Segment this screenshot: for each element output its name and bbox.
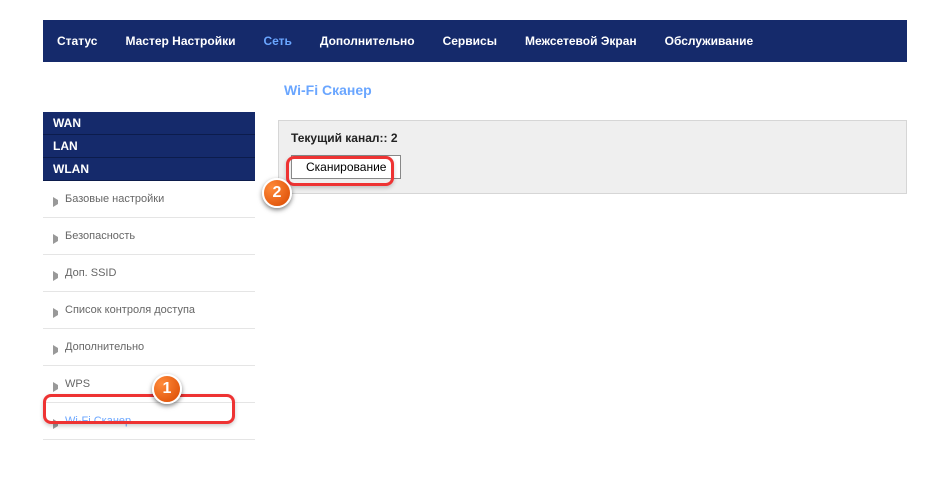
- nav-maintenance[interactable]: Обслуживание: [651, 20, 768, 62]
- sidebar-sub-basic[interactable]: Базовые настройки: [43, 181, 255, 218]
- page-title: Wi-Fi Сканер: [278, 82, 907, 98]
- nav-services[interactable]: Сервисы: [429, 20, 511, 62]
- sidebar-item-wlan[interactable]: WLAN: [43, 158, 255, 181]
- channel-value: 2: [391, 131, 398, 145]
- nav-wizard[interactable]: Мастер Настройки: [111, 20, 249, 62]
- main-content: Wi-Fi Сканер Текущий канал:: 2 Сканирова…: [278, 82, 907, 194]
- sidebar-sub-security[interactable]: Безопасность: [43, 218, 255, 255]
- scan-button[interactable]: Сканирование: [291, 155, 401, 179]
- sidebar-sub-wifi-scanner[interactable]: Wi-Fi Сканер: [43, 403, 255, 440]
- sidebar-sub-wps[interactable]: WPS: [43, 366, 255, 403]
- sidebar-sub-advanced[interactable]: Дополнительно: [43, 329, 255, 366]
- sidebar-item-wan[interactable]: WAN: [43, 112, 255, 135]
- scanner-panel: Текущий канал:: 2 Сканирование: [278, 120, 907, 194]
- nav-firewall[interactable]: Межсетевой Экран: [511, 20, 651, 62]
- sidebar-sub-acl[interactable]: Список контроля доступа: [43, 292, 255, 329]
- top-nav: Статус Мастер Настройки Сеть Дополнитель…: [43, 20, 907, 62]
- sidebar-item-lan[interactable]: LAN: [43, 135, 255, 158]
- current-channel-line: Текущий канал:: 2: [291, 131, 894, 145]
- nav-network[interactable]: Сеть: [249, 20, 305, 62]
- channel-label: Текущий канал::: [291, 131, 388, 145]
- sidebar-sub-addssid[interactable]: Доп. SSID: [43, 255, 255, 292]
- sidebar: WAN LAN WLAN Базовые настройки Безопасно…: [43, 112, 255, 440]
- nav-advanced[interactable]: Дополнительно: [306, 20, 429, 62]
- nav-status[interactable]: Статус: [43, 20, 111, 62]
